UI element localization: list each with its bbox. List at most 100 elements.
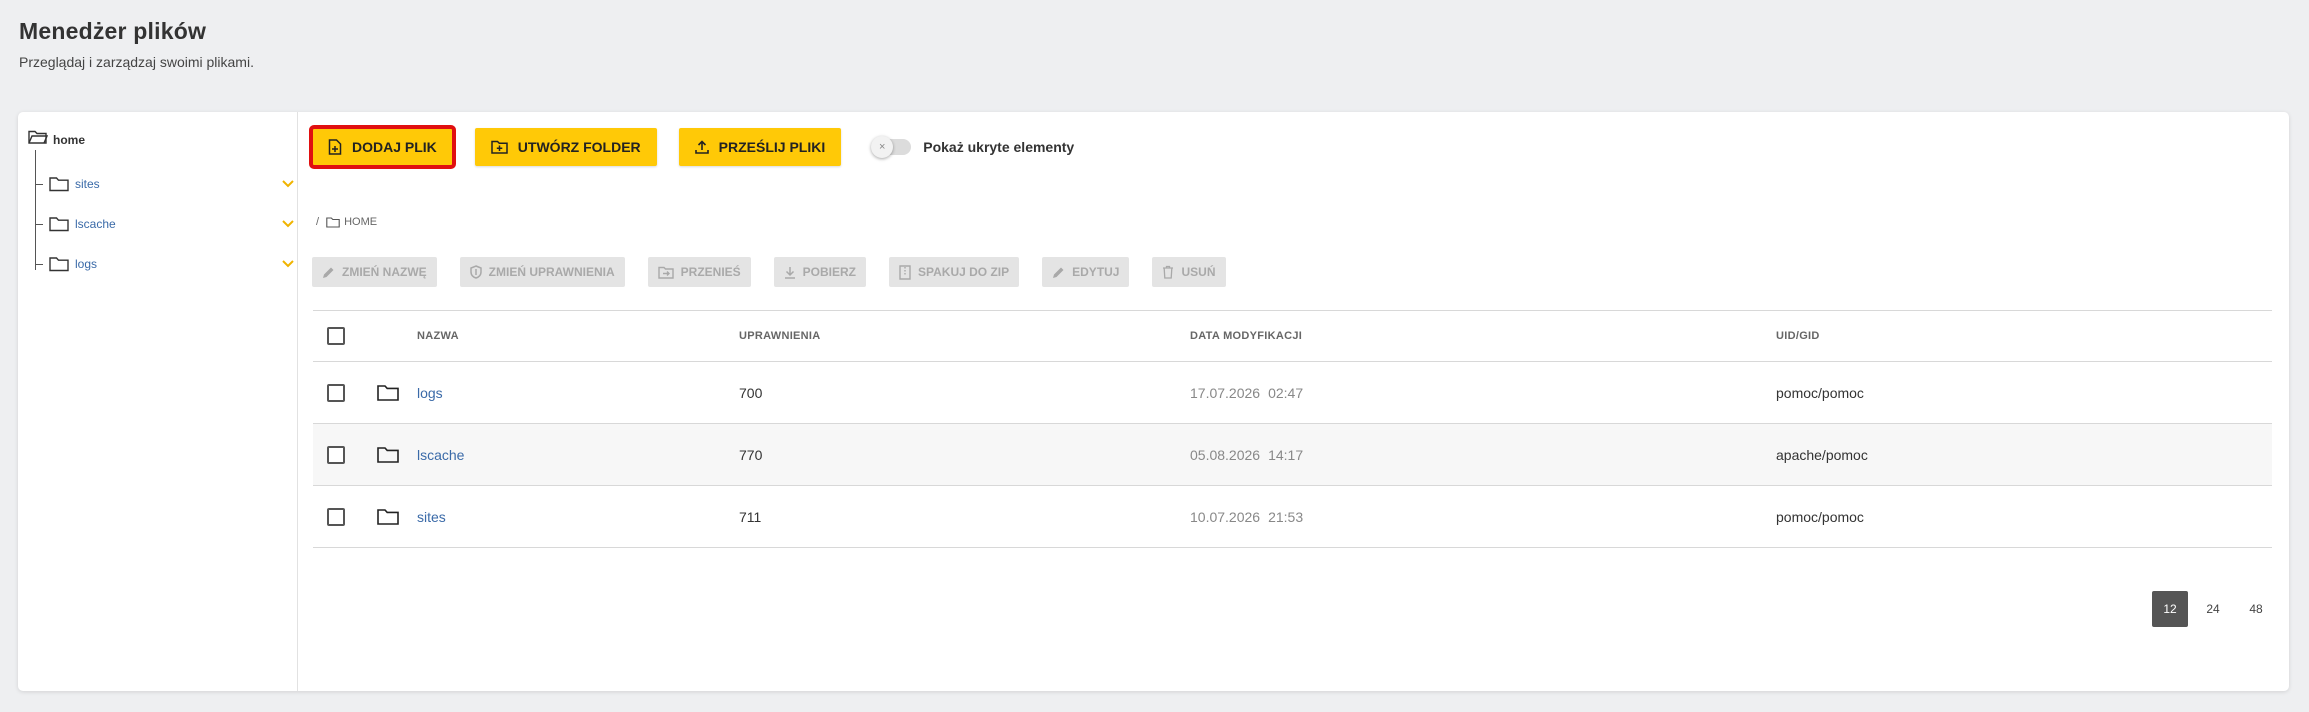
edit-label: EDYTUJ	[1072, 265, 1120, 279]
show-hidden-toggle-group: × Pokaż ukryte elementy	[871, 136, 1075, 158]
upload-icon	[694, 140, 709, 154]
file-actions: ZMIEŃ NAZWĘ ZMIEŃ UPRAWNIENIA PRZENIEŚ P…	[312, 257, 1249, 287]
folder-plus-icon	[491, 140, 508, 154]
row-name-cell: sites	[417, 486, 446, 547]
folder-icon	[49, 216, 69, 232]
add-file-label: DODAJ PLIK	[352, 139, 437, 155]
row-name-cell: lscache	[417, 424, 464, 485]
tree-branch	[35, 223, 43, 225]
folder-icon	[49, 176, 69, 192]
folder-icon	[377, 362, 399, 423]
file-plus-icon	[328, 139, 342, 155]
tree-root-label: home	[53, 132, 86, 147]
upload-files-button[interactable]: PRZEŚLIJ PLIKI	[678, 128, 842, 166]
zip-label: SPAKUJ DO ZIP	[918, 265, 1010, 279]
row-uid: pomoc/pomoc	[1776, 384, 1864, 401]
row-checkbox-cell	[327, 362, 345, 423]
show-hidden-label: Pokaż ukryte elementy	[923, 139, 1075, 155]
row-permissions: 770	[739, 446, 763, 463]
tree-item-lscache[interactable]: lscache	[35, 213, 295, 235]
tree-branch	[35, 183, 43, 185]
row-checkbox[interactable]	[327, 507, 345, 526]
move-button[interactable]: PRZENIEŚ	[647, 257, 751, 287]
page-title: Menedżer plików	[19, 18, 207, 44]
toggle-knob-x-icon: ×	[871, 136, 894, 158]
row-name-link[interactable]: lscache	[417, 447, 464, 463]
tree-item-label: sites	[75, 177, 100, 191]
trash-icon	[1162, 265, 1174, 279]
row-checkbox[interactable]	[327, 445, 345, 464]
add-file-button[interactable]: DODAJ PLIK	[309, 125, 456, 169]
chevron-down-icon[interactable]	[281, 216, 295, 230]
download-label: POBIERZ	[802, 265, 857, 279]
change-permissions-button[interactable]: ZMIEŃ UPRAWNIENIA	[459, 257, 625, 287]
upload-files-label: PRZEŚLIJ PLIKI	[718, 139, 826, 155]
move-label: PRZENIEŚ	[680, 265, 741, 279]
chevron-down-icon[interactable]	[281, 176, 295, 190]
page-header: Menedżer plików Przeglądaj i zarządzaj s…	[19, 18, 254, 70]
tree-connector	[35, 150, 36, 270]
row-checkbox-cell	[327, 424, 345, 485]
delete-label: USUŃ	[1181, 265, 1216, 279]
header-uid[interactable]: UID/GID	[1776, 311, 1820, 361]
zip-icon	[899, 264, 911, 280]
table-header: NAZWA UPRAWNIENIA DATA MODYFIKACJI UID/G…	[313, 310, 2272, 362]
page-size-12[interactable]: 12	[2152, 591, 2188, 627]
change-permissions-label: ZMIEŃ UPRAWNIENIA	[488, 265, 615, 279]
row-time: 21:53	[1268, 508, 1304, 525]
header-modified[interactable]: DATA MODYFIKACJI	[1190, 311, 1302, 361]
breadcrumb-current[interactable]: HOME	[344, 216, 377, 228]
row-name-link[interactable]: logs	[417, 385, 443, 401]
tree-item-logs[interactable]: logs	[35, 253, 295, 275]
pagination: 12 24 48	[2145, 591, 2274, 627]
header-permissions[interactable]: UPRAWNIENIA	[739, 311, 821, 361]
create-folder-button[interactable]: UTWÓRZ FOLDER	[474, 128, 657, 166]
show-hidden-toggle[interactable]: ×	[871, 136, 912, 158]
folder-icon	[377, 424, 399, 485]
folder-icon	[326, 216, 340, 228]
tree-branch	[35, 263, 43, 265]
main-panel: DODAJ PLIK UTWÓRZ FOLDER PRZEŚLIJ PLIKI …	[299, 112, 2289, 691]
row-checkbox-cell	[327, 486, 345, 547]
page-subtitle: Przeglądaj i zarządzaj swoimi plikami.	[19, 54, 254, 70]
download-icon	[784, 266, 796, 279]
row-checkbox[interactable]	[327, 383, 345, 402]
page-size-24[interactable]: 24	[2195, 591, 2231, 627]
folder-icon	[377, 486, 399, 547]
folder-move-icon	[657, 266, 674, 279]
chevron-down-icon[interactable]	[281, 256, 295, 270]
zip-button[interactable]: SPAKUJ DO ZIP	[889, 257, 1020, 287]
breadcrumb: / HOME	[316, 216, 377, 228]
files-table: NAZWA UPRAWNIENIA DATA MODYFIKACJI UID/G…	[313, 310, 2272, 548]
shield-icon	[469, 265, 482, 279]
pencil-icon	[1052, 266, 1065, 279]
row-name-link[interactable]: sites	[417, 509, 446, 525]
table-row[interactable]: sites 711 10.07.2026 21:53 pomoc/pomoc	[313, 486, 2272, 548]
select-all-checkbox[interactable]	[327, 327, 345, 345]
folder-open-icon	[28, 129, 49, 150]
row-time: 02:47	[1268, 384, 1304, 401]
row-uid: apache/pomoc	[1776, 446, 1868, 463]
row-permissions: 711	[739, 508, 762, 525]
page-size-48[interactable]: 48	[2238, 591, 2274, 627]
row-permissions: 700	[739, 384, 763, 401]
breadcrumb-separator: /	[316, 216, 320, 228]
header-checkbox-cell	[327, 311, 345, 361]
table-row[interactable]: logs 700 17.07.2026 02:47 pomoc/pomoc	[313, 362, 2272, 424]
tree-item-sites[interactable]: sites	[35, 173, 295, 195]
rename-button[interactable]: ZMIEŃ NAZWĘ	[312, 257, 437, 287]
tree-root-home[interactable]: home	[28, 129, 85, 150]
download-button[interactable]: POBIERZ	[773, 257, 867, 287]
row-name-cell: logs	[417, 362, 443, 423]
row-date: 17.07.2026	[1190, 384, 1261, 401]
edit-button[interactable]: EDYTUJ	[1042, 257, 1130, 287]
delete-button[interactable]: USUŃ	[1152, 257, 1226, 287]
header-name[interactable]: NAZWA	[417, 311, 459, 361]
tree-item-label: logs	[75, 257, 98, 271]
create-folder-label: UTWÓRZ FOLDER	[517, 139, 641, 155]
folder-icon	[49, 256, 69, 272]
row-date: 05.08.2026	[1190, 446, 1261, 463]
rename-label: ZMIEŃ NAZWĘ	[342, 265, 427, 279]
row-date: 10.07.2026	[1190, 508, 1261, 525]
table-row[interactable]: lscache 770 05.08.2026 14:17 apache/pomoc	[313, 424, 2272, 486]
